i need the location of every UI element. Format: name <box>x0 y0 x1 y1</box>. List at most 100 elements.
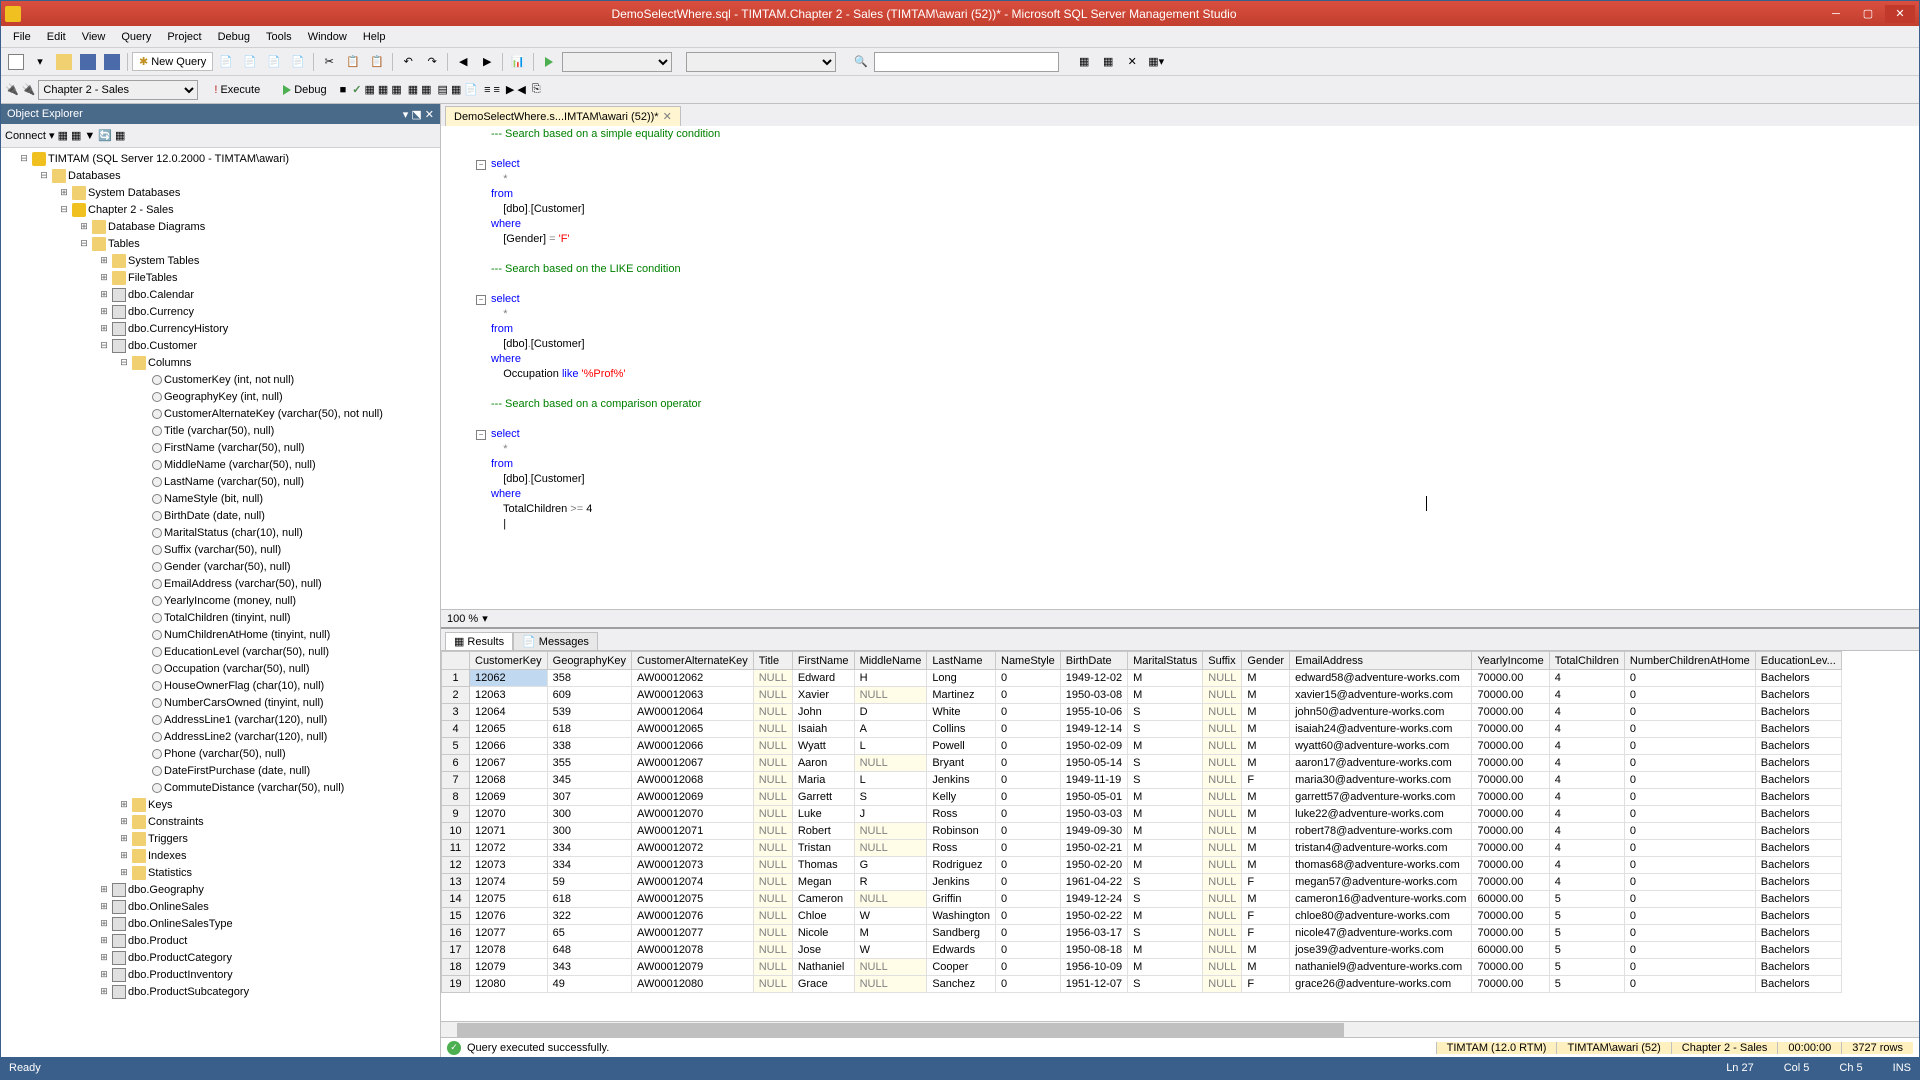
tree-node[interactable]: ⊟Tables <box>3 235 438 252</box>
tree-node[interactable]: ⊟TIMTAM (SQL Server 12.0.2000 - TIMTAM\a… <box>3 150 438 167</box>
grid-cell[interactable]: AW00012063 <box>632 687 754 704</box>
oe-btn-3[interactable]: ▼ <box>84 130 95 142</box>
tree-node[interactable]: ⊞dbo.OnlineSales <box>3 898 438 915</box>
grid-cell[interactable]: thomas68@adventure-works.com <box>1290 857 1472 874</box>
col-header[interactable]: EducationLev... <box>1755 652 1841 670</box>
grid-cell[interactable]: M <box>1242 857 1290 874</box>
grid-cell[interactable]: Wyatt <box>792 738 854 755</box>
find-input[interactable] <box>874 52 1059 72</box>
grid-cell[interactable]: S <box>1128 755 1203 772</box>
grid-cell[interactable]: M <box>1242 755 1290 772</box>
tree-node[interactable]: ⊞dbo.ProductSubcategory <box>3 983 438 1000</box>
grid-cell[interactable]: 12065 <box>470 721 548 738</box>
grid-cell[interactable]: NULL <box>1203 823 1242 840</box>
row-number[interactable]: 3 <box>442 704 470 721</box>
tree-node[interactable]: Occupation (varchar(50), null) <box>3 660 438 677</box>
row-number[interactable]: 18 <box>442 959 470 976</box>
grid-cell[interactable]: F <box>1242 976 1290 993</box>
grid-cell[interactable]: J <box>854 806 927 823</box>
stop-button[interactable]: ■ <box>340 84 347 96</box>
grid-cell[interactable]: AW00012066 <box>632 738 754 755</box>
col-header[interactable]: Suffix <box>1203 652 1242 670</box>
solution-button[interactable]: 🔍 <box>850 51 872 73</box>
grid-cell[interactable]: S <box>854 789 927 806</box>
col-header[interactable]: TotalChildren <box>1549 652 1624 670</box>
specify-values-button[interactable]: ⎘ <box>532 83 541 96</box>
grid-cell[interactable]: M <box>1242 704 1290 721</box>
grid-cell[interactable]: Sanchez <box>927 976 996 993</box>
grid-cell[interactable]: M <box>1128 959 1203 976</box>
grid-cell[interactable]: Powell <box>927 738 996 755</box>
grid-cell[interactable]: 70000.00 <box>1472 755 1549 772</box>
grid-cell[interactable]: 12080 <box>470 976 548 993</box>
grid-cell[interactable]: 0 <box>996 857 1061 874</box>
col-header[interactable]: LastName <box>927 652 996 670</box>
tool-b[interactable]: ▦ <box>1097 51 1119 73</box>
grid-cell[interactable]: AW00012079 <box>632 959 754 976</box>
grid-cell[interactable]: S <box>1128 721 1203 738</box>
new-project-button[interactable] <box>5 51 27 73</box>
tool-c[interactable]: ✕ <box>1121 51 1143 73</box>
grid-cell[interactable]: NULL <box>753 857 792 874</box>
grid-cell[interactable]: Bachelors <box>1755 891 1841 908</box>
grid-cell[interactable]: NULL <box>1203 806 1242 823</box>
grid-cell[interactable]: 4 <box>1549 874 1624 891</box>
col-header[interactable]: YearlyIncome <box>1472 652 1549 670</box>
grid-cell[interactable]: 5 <box>1549 925 1624 942</box>
menu-help[interactable]: Help <box>355 29 394 45</box>
grid-cell[interactable]: 609 <box>547 687 631 704</box>
grid-cell[interactable]: 0 <box>996 976 1061 993</box>
grid-cell[interactable]: isaiah24@adventure-works.com <box>1290 721 1472 738</box>
grid-cell[interactable]: Bachelors <box>1755 840 1841 857</box>
grid-cell[interactable]: 0 <box>1624 874 1755 891</box>
tree-node[interactable]: ⊞System Tables <box>3 252 438 269</box>
sql-editor[interactable]: --- Search based on a simple equality co… <box>441 126 1919 609</box>
grid-cell[interactable]: 355 <box>547 755 631 772</box>
results-file-button[interactable]: 📄 <box>464 83 478 96</box>
grid-cell[interactable]: Martinez <box>927 687 996 704</box>
row-number[interactable]: 15 <box>442 908 470 925</box>
row-number[interactable]: 13 <box>442 874 470 891</box>
grid-cell[interactable]: 1950-02-22 <box>1060 908 1127 925</box>
grid-cell[interactable]: AW00012065 <box>632 721 754 738</box>
col-header[interactable]: MiddleName <box>854 652 927 670</box>
row-number[interactable]: 2 <box>442 687 470 704</box>
grid-cell[interactable]: 0 <box>1624 789 1755 806</box>
grid-cell[interactable]: 1950-02-21 <box>1060 840 1127 857</box>
grid-cell[interactable]: 12078 <box>470 942 548 959</box>
grid-cell[interactable]: 1950-05-01 <box>1060 789 1127 806</box>
grid-cell[interactable]: 60000.00 <box>1472 891 1549 908</box>
grid-cell[interactable]: Edward <box>792 670 854 687</box>
grid-cell[interactable]: Isaiah <box>792 721 854 738</box>
tree-node[interactable]: NameStyle (bit, null) <box>3 490 438 507</box>
grid-cell[interactable]: Nicole <box>792 925 854 942</box>
grid-cell[interactable]: Bachelors <box>1755 976 1841 993</box>
tree-node[interactable]: ⊞dbo.Geography <box>3 881 438 898</box>
grid-cell[interactable]: M <box>1128 789 1203 806</box>
results-text-button[interactable]: ▤ <box>438 83 448 96</box>
grid-cell[interactable]: NULL <box>1203 687 1242 704</box>
grid-cell[interactable]: Bachelors <box>1755 721 1841 738</box>
database-select[interactable]: Chapter 2 - Sales <box>38 80 198 100</box>
tree-node[interactable]: ⊞dbo.ProductInventory <box>3 966 438 983</box>
grid-cell[interactable]: 0 <box>996 823 1061 840</box>
grid-cell[interactable]: M <box>1128 806 1203 823</box>
row-number[interactable]: 16 <box>442 925 470 942</box>
grid-cell[interactable]: NULL <box>854 959 927 976</box>
grid-cell[interactable]: NULL <box>753 840 792 857</box>
outdent-button[interactable]: ◀ <box>517 83 525 96</box>
grid-cell[interactable]: AW00012068 <box>632 772 754 789</box>
grid-cell[interactable]: 1950-03-08 <box>1060 687 1127 704</box>
grid-cell[interactable]: 5 <box>1549 891 1624 908</box>
results-grid-button[interactable]: ▦ <box>451 83 461 96</box>
grid-cell[interactable]: NULL <box>854 687 927 704</box>
activity-button[interactable]: 📊 <box>507 51 529 73</box>
tree-node[interactable]: ⊞dbo.OnlineSalesType <box>3 915 438 932</box>
grid-cell[interactable]: 0 <box>996 721 1061 738</box>
grid-cell[interactable]: 4 <box>1549 721 1624 738</box>
grid-cell[interactable]: 4 <box>1549 823 1624 840</box>
grid-cell[interactable]: 12075 <box>470 891 548 908</box>
grid-cell[interactable]: 0 <box>1624 959 1755 976</box>
menu-file[interactable]: File <box>5 29 39 45</box>
grid-cell[interactable]: 0 <box>1624 772 1755 789</box>
